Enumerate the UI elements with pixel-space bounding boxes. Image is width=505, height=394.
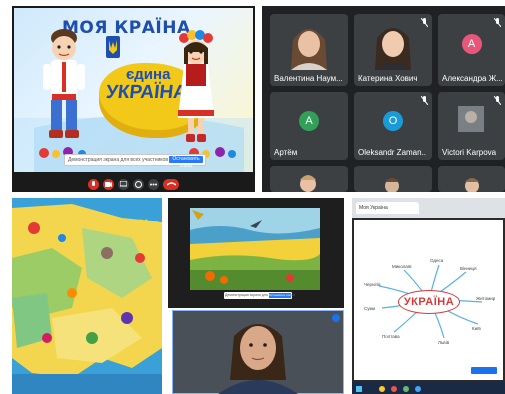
mindmap-center-node: УКРАЇНА — [398, 290, 460, 314]
participant-tile[interactable]: O Oleksandr Zaman.. — [354, 92, 432, 160]
participant-avatar: O — [383, 110, 403, 131]
participant-video — [375, 28, 411, 70]
participant-tile[interactable] — [438, 166, 505, 192]
mindmap-node: Вінниця — [460, 266, 477, 271]
participant-video — [458, 106, 484, 132]
screen-share-bar: Демонстрация экрана для всех участников … — [64, 154, 206, 169]
boy-illustration — [43, 29, 85, 138]
mindmap-node: Львів — [438, 340, 450, 345]
presentation-slide: МОЯ КРАЇНА єдина УКРАЇНА Демонстрация эк… — [14, 8, 253, 172]
participant-video — [385, 178, 399, 192]
participant-name: Валентина Наум... — [274, 74, 343, 83]
teacher-webcam-panel — [172, 310, 344, 394]
muted-mic-icon — [494, 96, 501, 105]
browser-tab[interactable]: Моя Україна — [356, 202, 419, 214]
teacher-video — [172, 310, 344, 394]
stop-sharing-button[interactable]: Остановить показ — [169, 156, 203, 169]
screen-share-bar: Демонстрация экрана для всех участников … — [224, 292, 295, 299]
mindmap-panel: Моя Україна Миколаїв Одеса Вінниця Житом… — [352, 198, 505, 394]
illustrated-map-panel: Укр — [12, 198, 162, 394]
map-title-fragment: Укр — [140, 218, 159, 230]
camera-icon[interactable] — [103, 178, 114, 190]
participant-video — [291, 29, 327, 70]
mindmap-node: Миколаїв — [392, 264, 412, 269]
muted-mic-icon — [421, 96, 428, 105]
stop-sharing-button[interactable]: Остановить показ — [269, 293, 291, 298]
slide-subtitle-line1: єдина — [126, 66, 171, 83]
emoji-icon[interactable] — [133, 178, 144, 190]
participant-tile[interactable] — [270, 166, 348, 192]
participant-name: Катерина Хович — [358, 74, 418, 83]
call-controls — [12, 176, 255, 192]
taskbar — [352, 382, 505, 394]
participant-name: Артём — [274, 148, 298, 157]
mic-icon[interactable] — [88, 178, 99, 190]
more-icon[interactable] — [148, 178, 159, 190]
mindmap-page: Миколаїв Одеса Вінниця Житомир Київ Льві… — [354, 220, 503, 380]
participant-tile[interactable]: Victori Karpova — [438, 92, 505, 160]
browser-chrome: Моя Україна — [352, 198, 505, 218]
meeting-grid-panel: Валентина Наум... Катерина Хович А Алекс… — [262, 6, 505, 192]
participant-tile[interactable]: Катерина Хович — [354, 14, 432, 86]
landscape-painting — [190, 208, 320, 290]
participant-video — [465, 178, 479, 192]
participant-name: Victori Karpova — [442, 148, 497, 157]
presentation-panel: МОЯ КРАЇНА єдина УКРАЇНА Демонстрация эк… — [12, 6, 255, 192]
mindmap-node: Чернігів — [364, 282, 381, 287]
present-icon[interactable] — [118, 178, 129, 190]
participant-name: Oleksandr Zaman.. — [358, 148, 427, 157]
muted-mic-icon — [421, 18, 428, 27]
participant-tile[interactable] — [354, 166, 432, 192]
mindmap-node: Київ — [472, 326, 481, 331]
end-call-icon[interactable] — [163, 178, 179, 190]
participant-tile[interactable]: А Артём — [270, 92, 348, 160]
speaking-indicator-icon — [332, 314, 340, 322]
participant-tile[interactable]: А Александра Ж... — [438, 14, 505, 86]
mindmap-node: Житомир — [476, 296, 496, 301]
share-bar-text: Демонстрация экрана для всех участников — [68, 157, 168, 163]
mindmap-node: Полтава — [382, 334, 400, 339]
mindmap-node: Одеса — [430, 258, 444, 263]
stop-sharing-button[interactable] — [471, 367, 497, 374]
muted-mic-icon — [494, 18, 501, 27]
participant-avatar: А — [461, 34, 482, 55]
participant-avatar: А — [299, 110, 319, 131]
taskbar-icons — [356, 386, 421, 392]
painting-panel: Демонстрация экрана для всех участников … — [168, 198, 344, 308]
trident-icon — [106, 36, 120, 58]
mindmap-node: Суми — [364, 306, 376, 311]
participant-name: Александра Ж... — [442, 74, 503, 83]
girl-illustration — [178, 30, 214, 142]
participant-video — [300, 175, 316, 192]
participant-tile[interactable]: Валентина Наум... — [270, 14, 348, 86]
